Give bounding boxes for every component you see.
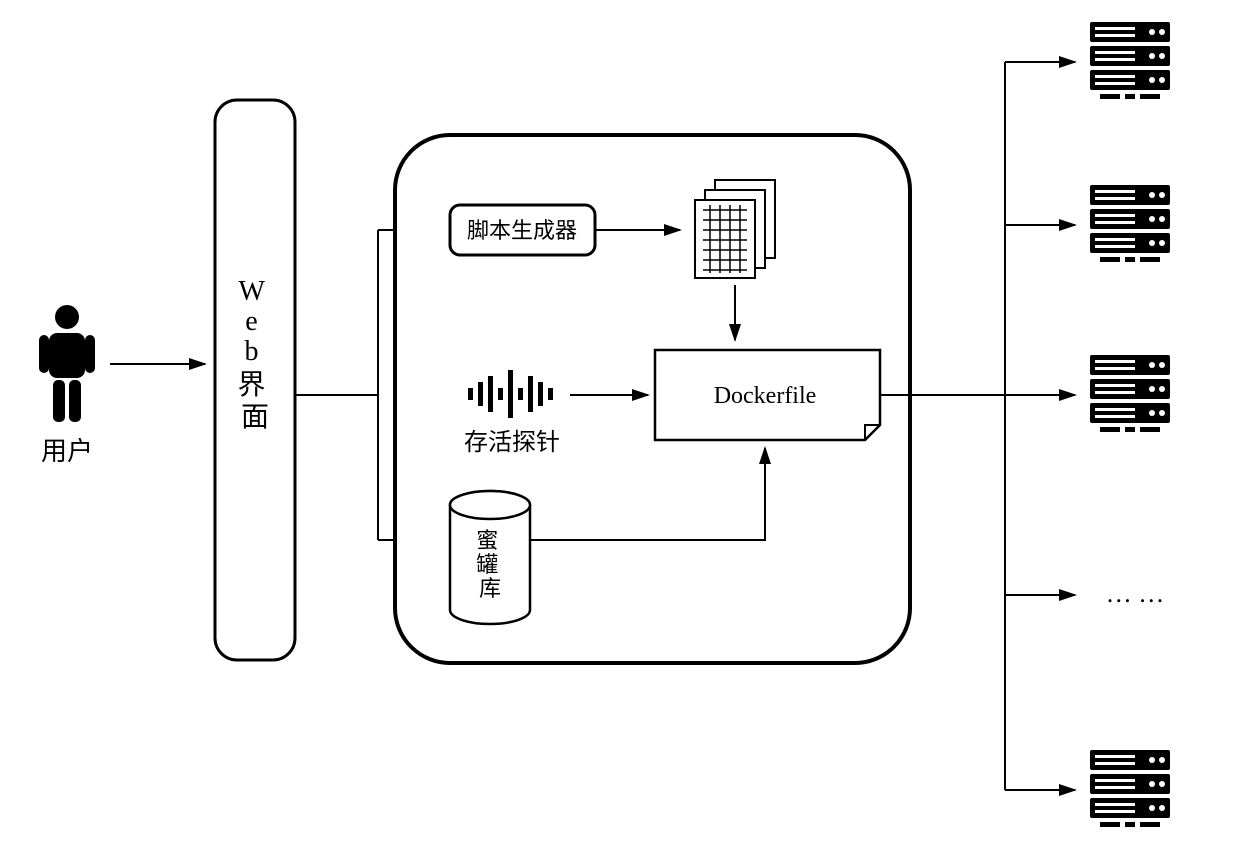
server-icon-5 (1090, 750, 1170, 827)
ellipsis-label: … … (1106, 579, 1165, 608)
liveness-probe-label: 存活探针 (464, 429, 560, 456)
script-generator-label: 脚本生成器 (467, 218, 577, 243)
honeypot-library-label: 蜜 罐 库 (476, 528, 504, 601)
server-icon-2 (1090, 185, 1170, 262)
server-icon-1 (1090, 22, 1170, 99)
user-label: 用户 (41, 437, 93, 466)
documents-icon (695, 180, 775, 278)
user-icon (39, 305, 95, 422)
server-icon-3 (1090, 355, 1170, 432)
architecture-diagram: 用户 W e b 界 面 脚本生成器 (0, 0, 1240, 855)
dockerfile-label: Dockerfile (714, 383, 817, 409)
